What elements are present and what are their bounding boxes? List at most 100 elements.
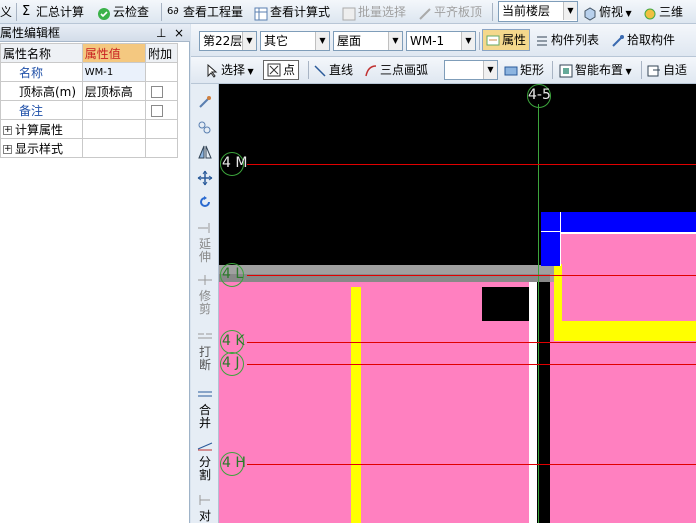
eyedropper-icon [611, 33, 625, 47]
floor-select[interactable]: 第22层 ▼ [199, 31, 257, 51]
pin-icon[interactable]: ⊥ [156, 24, 166, 42]
opening-block [482, 287, 529, 321]
slab-flush-icon [418, 5, 432, 20]
toolbar-separator [16, 3, 17, 21]
attach-checkbox[interactable] [151, 104, 164, 117]
prop-group-cell[interactable]: + 显示样式 [0, 138, 83, 158]
toolbar-item-cut[interactable]: 义 [0, 0, 12, 24]
chevron-down-icon: ▼ [245, 67, 254, 76]
point-button[interactable]: 点 [263, 60, 300, 80]
chevron-down-icon: ▼ [483, 61, 497, 79]
batch-select-icon [342, 5, 356, 20]
trim-icon[interactable] [195, 274, 215, 289]
attach-checkbox[interactable] [151, 85, 164, 98]
blue-edge-line [541, 231, 561, 232]
prop-name-cell: 顶标高(m) [0, 81, 83, 101]
select-button[interactable]: 选择 ▼ [205, 59, 254, 81]
axis-label-l: 4 L [222, 266, 244, 282]
extend-label[interactable]: 延伸 [195, 238, 215, 264]
line-button[interactable]: 直线 [313, 59, 353, 81]
extend-icon[interactable] [195, 222, 215, 237]
auto-fit-button[interactable]: 自适 [647, 59, 687, 81]
split-label[interactable]: 分割 [195, 456, 215, 482]
properties-icon [486, 33, 500, 47]
axis-label-k: 4 K [222, 333, 245, 349]
mirror-icon[interactable] [195, 144, 215, 163]
subcategory-select[interactable]: 屋面 ▼ [333, 31, 403, 51]
floor-view-select[interactable]: 当前楼层 ▼ [498, 1, 578, 22]
header-prop-name: 属性名称 [0, 43, 83, 63]
move-icon[interactable] [195, 170, 215, 189]
expand-icon[interactable]: + [3, 144, 12, 154]
break-label[interactable]: 打断 [195, 346, 215, 372]
cloud-check-button[interactable]: 云检查 [97, 0, 149, 24]
blue-column[interactable] [541, 212, 561, 266]
arc-mode-select[interactable]: ▼ [444, 60, 498, 80]
prop-value-cell[interactable]: WM-1 [81, 62, 147, 82]
prop-name-cell: 名称 [0, 62, 83, 82]
attach-cell [145, 62, 178, 82]
view-formula-button[interactable]: 查看计算式 [254, 0, 330, 24]
smart-layout-button[interactable]: 智能布置 ▼ [559, 59, 632, 81]
copy-icon[interactable] [195, 120, 215, 139]
view-quantity-button[interactable]: 6∂ 查看工程量 [167, 0, 243, 24]
edit-vertical-toolbar: 延伸 修剪 打断 合并 分割 对 [191, 84, 219, 523]
table-row[interactable]: 名称 WM-1 [0, 62, 178, 82]
line-icon [313, 63, 327, 77]
properties-button[interactable]: 属性 [482, 29, 531, 51]
merge-icon[interactable] [195, 388, 215, 403]
point-box-icon [267, 63, 281, 77]
table-row[interactable]: + 显示样式 [0, 138, 178, 158]
toolbar-separator [308, 61, 309, 79]
break-icon[interactable] [195, 330, 215, 345]
flush-slab-button[interactable]: 平齐板顶 [418, 0, 482, 24]
blue-edge-line [560, 232, 696, 234]
attach-cell [145, 138, 178, 158]
align-icon[interactable] [195, 494, 215, 509]
rectangle-button[interactable]: 矩形 [504, 59, 544, 81]
rotate-icon[interactable] [195, 194, 215, 213]
smart-layout-icon [559, 63, 573, 77]
component-list-button[interactable]: 构件列表 [535, 29, 599, 51]
prop-group-cell[interactable]: + 计算属性 [0, 119, 83, 139]
category-select[interactable]: 其它 ▼ [260, 31, 330, 51]
panel-title-text: 属性编辑框 [0, 26, 61, 40]
blue-beam[interactable] [541, 212, 696, 232]
trim-label[interactable]: 修剪 [195, 290, 215, 316]
expand-icon[interactable]: + [3, 125, 12, 135]
close-icon[interactable]: × [174, 24, 184, 42]
roof-region-right[interactable] [550, 234, 696, 523]
top-view-button[interactable]: 俯视 ▼ [583, 0, 632, 24]
toolbar-separator [641, 61, 642, 79]
drawing-canvas[interactable]: 4-5 4 M 4 L 4 K 4 J 4 H [219, 84, 696, 523]
component-select[interactable]: WM-1 ▼ [406, 31, 476, 51]
align-label[interactable]: 对 [195, 510, 215, 523]
3d-view-button[interactable]: 三维 [643, 0, 683, 24]
property-grid: 属性名称 属性值 附加 名称 WM-1 顶标高(m) 层顶标高 备注 + 计算属性… [0, 43, 178, 158]
chevron-down-icon: ▼ [388, 32, 402, 50]
yellow-beam-vertical [351, 287, 361, 523]
three-point-arc-button[interactable]: 三点画弧 [364, 59, 428, 81]
cube-icon [583, 5, 597, 21]
attach-cell [145, 119, 178, 139]
split-icon[interactable] [195, 440, 215, 455]
arc-icon [364, 63, 378, 77]
prop-value-cell[interactable]: 层顶标高 [81, 81, 147, 101]
axis-line-4-l [247, 275, 696, 276]
batch-select-button[interactable]: 批量选择 [342, 0, 406, 24]
formula-grid-icon [254, 5, 268, 20]
yellow-beam-right-vertical [554, 264, 562, 321]
prop-name-cell: 备注 [0, 100, 83, 120]
3d-icon [643, 5, 657, 19]
brush-icon[interactable] [195, 94, 215, 113]
pick-component-button[interactable]: 拾取构件 [611, 29, 675, 51]
merge-label[interactable]: 合并 [195, 404, 215, 430]
header-prop-value: 属性值 [81, 43, 147, 63]
summary-calc-button[interactable]: Σ 汇总计算 [22, 0, 84, 24]
axis-label-h: 4 H [222, 455, 246, 471]
table-row[interactable]: 顶标高(m) 层顶标高 [0, 81, 178, 101]
toolbar-separator [552, 61, 553, 79]
prop-value-cell[interactable] [81, 100, 147, 120]
table-row[interactable]: + 计算属性 [0, 119, 178, 139]
table-row[interactable]: 备注 [0, 100, 178, 120]
